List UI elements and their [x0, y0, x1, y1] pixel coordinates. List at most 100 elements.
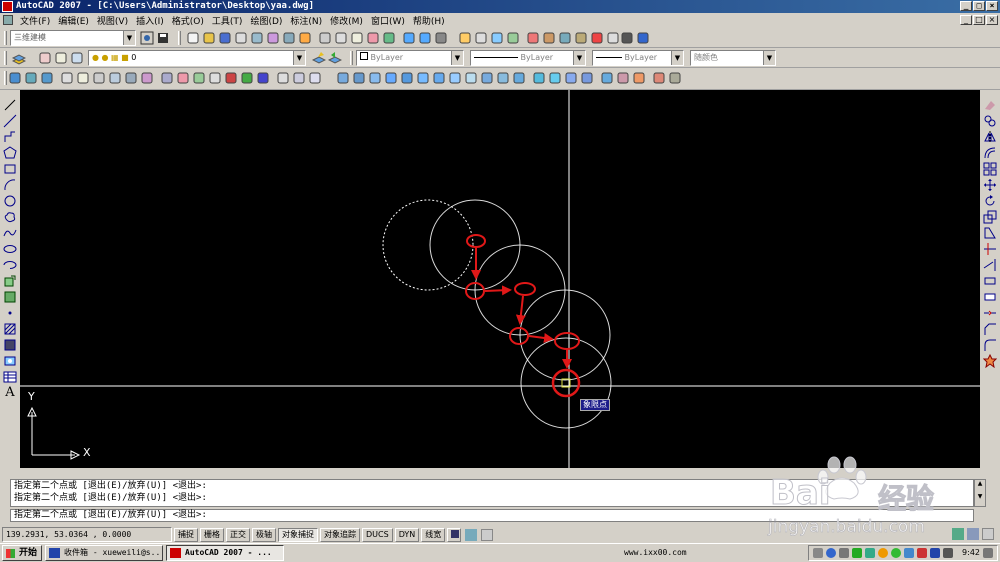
undo-icon[interactable] — [402, 31, 416, 45]
wedge-icon[interactable] — [352, 71, 366, 85]
sheet-set-icon[interactable] — [574, 31, 588, 45]
layer-manager-icon[interactable] — [11, 51, 27, 65]
ucs-zaxis-icon[interactable] — [192, 71, 206, 85]
ucs-x-icon[interactable] — [224, 71, 238, 85]
box-icon[interactable] — [336, 71, 350, 85]
polygon-icon[interactable] — [3, 146, 17, 160]
ucs-world-icon[interactable] — [92, 71, 106, 85]
orthographic-ucs-icon[interactable] — [308, 71, 322, 85]
coordinate-readout[interactable]: 139.2931, 53.0364 , 0.0000 — [2, 527, 172, 542]
command-input[interactable]: 指定第二个点或 [退出(E)/放弃(U)] <退出>: — [10, 509, 974, 522]
etransmit-icon[interactable] — [298, 31, 312, 45]
sweep-icon[interactable] — [512, 71, 526, 85]
planar-surface-icon[interactable] — [464, 71, 478, 85]
redo-list-icon[interactable] — [434, 31, 448, 45]
layer-walk-icon[interactable] — [70, 51, 84, 65]
chevron-down-icon[interactable]: ▼ — [763, 51, 775, 65]
apply-ucs-icon[interactable] — [276, 71, 290, 85]
zoom-window-icon[interactable] — [490, 31, 504, 45]
named-ucs-icon[interactable] — [292, 71, 306, 85]
cut-icon[interactable] — [318, 31, 332, 45]
new-icon[interactable] — [186, 31, 200, 45]
spline-icon[interactable] — [3, 226, 17, 240]
sphere-icon[interactable] — [384, 71, 398, 85]
calculator-icon[interactable] — [620, 31, 634, 45]
taskbar-autocad[interactable]: AutoCAD 2007 - ... — [166, 545, 285, 561]
outlook-tray-icon[interactable] — [930, 548, 941, 558]
cone-icon[interactable] — [368, 71, 382, 85]
3d-align-icon[interactable] — [668, 71, 682, 85]
ucs-y-icon[interactable] — [240, 71, 254, 85]
ucs-icon[interactable] — [76, 71, 90, 85]
toolbar-grip[interactable] — [4, 31, 7, 45]
lineweight-toggle[interactable]: 线宽 — [421, 527, 446, 542]
3d-rotate-icon[interactable] — [652, 71, 666, 85]
minimize-button[interactable]: _ — [960, 1, 972, 11]
workspace-save-icon[interactable] — [156, 31, 170, 45]
break-at-point-icon[interactable] — [983, 274, 997, 288]
chevron-down-icon[interactable]: ▼ — [123, 31, 135, 45]
command-scrollbar[interactable]: ▲ ▼ — [974, 479, 986, 507]
linetype-select[interactable]: ByLayer ▼ — [470, 50, 586, 66]
ucs-3point-icon[interactable] — [208, 71, 222, 85]
drawing-canvas[interactable]: 象限点 X Y — [20, 90, 980, 468]
ducs-toggle[interactable]: DUCS — [362, 527, 393, 542]
free-orbit-icon[interactable] — [24, 71, 38, 85]
extrude-icon[interactable] — [480, 71, 494, 85]
layer-select[interactable]: ● ● ▦ ■ 0 ▼ — [88, 50, 306, 66]
chat-icon[interactable] — [891, 548, 902, 558]
continuous-orbit-icon[interactable] — [40, 71, 54, 85]
menu-help[interactable]: 帮助(H) — [409, 14, 449, 27]
union-icon[interactable] — [564, 71, 578, 85]
properties-icon[interactable] — [526, 31, 540, 45]
gradient-icon[interactable] — [3, 338, 17, 352]
erase-icon[interactable] — [983, 98, 997, 112]
polyline-icon[interactable] — [3, 130, 17, 144]
save-icon[interactable] — [218, 31, 232, 45]
scale-icon[interactable] — [983, 210, 997, 224]
chevron-down-icon[interactable]: ▼ — [293, 51, 305, 65]
3d-orbit-icon[interactable] — [8, 71, 22, 85]
layer-state-icon[interactable] — [38, 51, 52, 65]
menu-format[interactable]: 格式(O) — [168, 14, 208, 27]
chevron-down-icon[interactable]: ▼ — [573, 51, 585, 65]
hatch-icon[interactable] — [3, 322, 17, 336]
update-icon[interactable] — [878, 548, 889, 558]
osnap-toggle[interactable]: 对象捕捉 — [278, 527, 318, 542]
ellipse-icon[interactable] — [3, 242, 17, 256]
drawing-area-svg[interactable] — [20, 90, 980, 468]
menu-dimension[interactable]: 标注(N) — [286, 14, 326, 27]
design-center-icon[interactable] — [542, 31, 556, 45]
ucs-view-icon[interactable] — [160, 71, 174, 85]
make-current-layer-icon[interactable] — [311, 51, 327, 65]
loft-icon[interactable] — [548, 71, 562, 85]
publish-icon[interactable] — [266, 31, 280, 45]
3d-layer-icon[interactable] — [60, 71, 74, 85]
trim-icon[interactable] — [983, 242, 997, 256]
ellipse-arc-icon[interactable] — [3, 258, 17, 272]
helix-icon[interactable] — [448, 71, 462, 85]
menu-edit[interactable]: 编辑(E) — [54, 14, 93, 27]
close-button[interactable]: × — [986, 1, 998, 11]
multiline-text-icon[interactable]: A — [3, 386, 17, 400]
otrack-toggle[interactable]: 对象追踪 — [320, 527, 360, 542]
doc-close-button[interactable]: × — [986, 15, 998, 25]
lock-icon[interactable] — [967, 528, 979, 540]
layer-previous-icon[interactable] — [327, 51, 343, 65]
construction-line-icon[interactable] — [3, 114, 17, 128]
copy-icon[interactable] — [983, 114, 997, 128]
point-icon[interactable] — [3, 306, 17, 320]
slice-icon[interactable] — [616, 71, 630, 85]
insert-block-icon[interactable] — [3, 274, 17, 288]
model-space-icon[interactable] — [447, 527, 462, 542]
menu-window[interactable]: 窗口(W) — [367, 14, 409, 27]
cylinder-icon[interactable] — [400, 71, 414, 85]
dyn-toggle[interactable]: DYN — [394, 527, 420, 542]
volume-icon[interactable] — [839, 548, 850, 558]
mirror-icon[interactable] — [983, 130, 997, 144]
array-icon[interactable] — [983, 162, 997, 176]
menu-file[interactable]: 文件(F) — [16, 14, 54, 27]
workspace-select[interactable]: 三维建模 ▼ — [10, 30, 136, 46]
join-icon[interactable] — [983, 306, 997, 320]
fillet-icon[interactable] — [983, 338, 997, 352]
